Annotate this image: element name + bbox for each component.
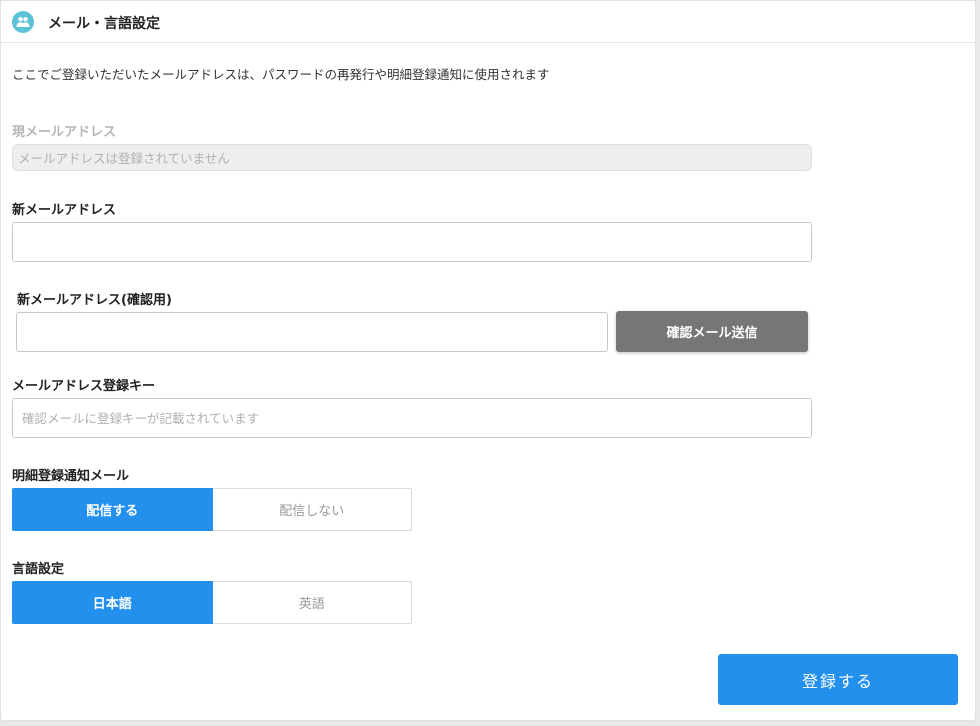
page-title: メール・言語設定 [48,16,160,32]
users-icon [12,11,34,33]
register-button[interactable]: 登録する [718,654,958,705]
send-confirmation-button[interactable]: 確認メール送信 [616,311,808,352]
current-email-field [12,144,812,171]
notification-toggle: 配信する 配信しない [12,488,412,531]
registration-key-input[interactable] [12,398,812,438]
new-email-confirm-label: 新メールアドレス(確認用) [17,293,172,308]
new-email-input[interactable] [12,222,812,262]
settings-panel: メール・言語設定 ここでご登録いただいたメールアドレスは、パスワードの再発行や明… [0,0,976,721]
panel-header: メール・言語設定 [1,1,975,43]
registration-key-label: メールアドレス登録キー [12,379,156,394]
new-email-confirm-input[interactable] [16,312,608,352]
new-email-label: 新メールアドレス [12,203,117,218]
language-label: 言語設定 [12,562,65,577]
current-email-label: 現メールアドレス [12,125,117,140]
notification-option-no-send[interactable]: 配信しない [212,488,412,531]
intro-text: ここでご登録いただいたメールアドレスは、パスワードの再発行や明細登録通知に使用さ… [12,67,550,82]
language-option-english[interactable]: 英語 [212,581,412,624]
notification-option-send[interactable]: 配信する [12,488,213,531]
notification-label: 明細登録通知メール [12,469,130,484]
language-toggle: 日本語 英語 [12,581,412,624]
language-option-japanese[interactable]: 日本語 [12,581,213,624]
